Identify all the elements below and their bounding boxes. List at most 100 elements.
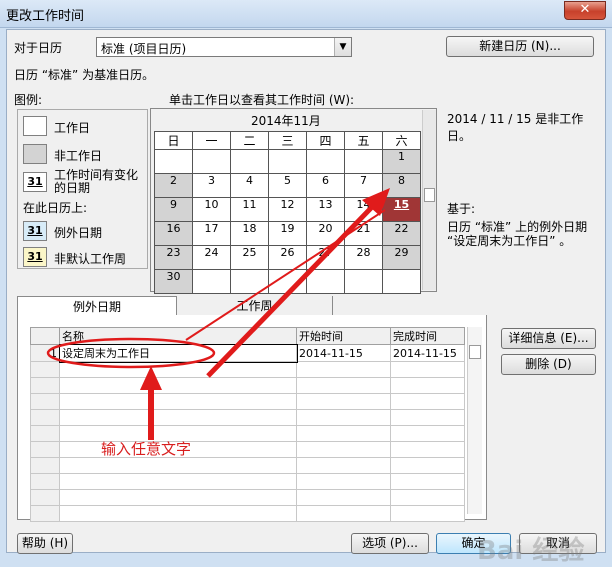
table-scrollbar[interactable] (467, 327, 482, 514)
cell-end[interactable]: 2014-11-15 (390, 344, 465, 362)
cell-name[interactable] (59, 409, 297, 426)
calendar-empty-cell (192, 269, 231, 294)
row-number (30, 361, 60, 378)
cell-start[interactable] (296, 489, 391, 506)
calendar-day[interactable]: 10 (192, 197, 231, 222)
calendar-day[interactable]: 18 (230, 221, 269, 246)
cell-start[interactable] (296, 377, 391, 394)
calendar-day[interactable]: 8 (382, 173, 421, 198)
cell-start[interactable] (296, 473, 391, 490)
table-row[interactable]: 1 设定周末为工作日 2014-11-15 2014-11-15 (30, 343, 465, 363)
calendar-day[interactable]: 27 (306, 245, 345, 270)
calendar-empty-cell (268, 269, 307, 294)
cell-end[interactable] (390, 425, 465, 442)
tab-work-weeks[interactable]: 工作周 (177, 296, 333, 316)
cell-name[interactable] (59, 361, 297, 378)
weekday-header: 日 (154, 131, 193, 150)
calendar-day[interactable]: 23 (154, 245, 193, 270)
calendar-day[interactable]: 7 (344, 173, 383, 198)
cell-name[interactable] (59, 489, 297, 506)
cell-name[interactable] (59, 505, 297, 522)
help-button[interactable]: 帮助 (H) (17, 533, 73, 554)
calendar-day[interactable]: 28 (344, 245, 383, 270)
cell-name[interactable] (59, 377, 297, 394)
cell-name[interactable] (59, 457, 297, 474)
details-button[interactable]: 详细信息 (E)... (501, 328, 596, 349)
cell-name[interactable] (59, 473, 297, 490)
calendar-scrollbar[interactable] (422, 110, 436, 290)
exceptions-panel: 名称 开始时间 完成时间 1 设定周末为工作日 2014-11-15 2014-11-… (17, 315, 487, 522)
cell-end[interactable] (390, 393, 465, 410)
cell-start[interactable] (296, 441, 391, 458)
table-row[interactable] (30, 441, 465, 458)
calendar-day[interactable]: 16 (154, 221, 193, 246)
calendar-day[interactable]: 20 (306, 221, 345, 246)
calendar-day[interactable]: 12 (268, 197, 307, 222)
cell-start[interactable] (296, 393, 391, 410)
calendar-select[interactable]: 标准 (项目日历) ▼ (96, 37, 352, 57)
cell-end[interactable] (390, 457, 465, 474)
header-row-number (30, 327, 60, 345)
cell-end[interactable] (390, 505, 465, 522)
column-end[interactable]: 完成时间 (390, 327, 465, 345)
calendar-day[interactable]: 17 (192, 221, 231, 246)
cell-name[interactable]: 设定周末为工作日 (58, 343, 298, 363)
cell-start[interactable]: 2014-11-15 (296, 344, 391, 362)
calendar-day[interactable]: 26 (268, 245, 307, 270)
table-row[interactable] (30, 361, 465, 378)
calendar-day[interactable]: 6 (306, 173, 345, 198)
calendar-day[interactable]: 21 (344, 221, 383, 246)
column-name[interactable]: 名称 (59, 327, 297, 345)
table-row[interactable] (30, 489, 465, 506)
cell-end[interactable] (390, 361, 465, 378)
calendar-day[interactable]: 3 (192, 173, 231, 198)
table-row[interactable] (30, 425, 465, 442)
base-calendar-info: 日历 “标准” 为基准日历。 (14, 68, 155, 82)
calendar-day[interactable]: 30 (154, 269, 193, 294)
cell-end[interactable] (390, 377, 465, 394)
table-row[interactable] (30, 393, 465, 410)
table-row[interactable] (30, 409, 465, 426)
table-row[interactable] (30, 473, 465, 490)
calendar-day[interactable]: 24 (192, 245, 231, 270)
annotation-text: 输入任意文字 (101, 440, 192, 458)
table-row[interactable] (30, 457, 465, 474)
legend-non-working-day: 非工作日 (54, 149, 103, 163)
cell-start[interactable] (296, 425, 391, 442)
cell-start[interactable] (296, 457, 391, 474)
calendar-day-selected[interactable]: 15 (382, 197, 421, 222)
table-scroll-thumb[interactable] (469, 345, 481, 359)
cell-end[interactable] (390, 489, 465, 506)
cell-end[interactable] (390, 473, 465, 490)
row-number (30, 377, 60, 394)
calendar-day[interactable]: 2 (154, 173, 193, 198)
calendar-day[interactable]: 22 (382, 221, 421, 246)
calendar-day[interactable]: 11 (230, 197, 269, 222)
calendar-day[interactable]: 29 (382, 245, 421, 270)
row-number: 1 (30, 344, 60, 362)
calendar-day[interactable]: 4 (230, 173, 269, 198)
delete-button[interactable]: 删除 (D) (501, 354, 596, 375)
options-button[interactable]: 选项 (P)... (351, 533, 429, 554)
calendar-day[interactable]: 9 (154, 197, 193, 222)
cell-start[interactable] (296, 361, 391, 378)
calendar-day[interactable]: 13 (306, 197, 345, 222)
cell-start[interactable] (296, 505, 391, 522)
calendar-scroll-thumb[interactable] (424, 188, 435, 202)
calendar-day[interactable]: 19 (268, 221, 307, 246)
legend-nondefault-week: 非默认工作周 (54, 252, 127, 266)
calendar-day[interactable]: 25 (230, 245, 269, 270)
calendar-day[interactable]: 5 (268, 173, 307, 198)
tab-exceptions[interactable]: 例外日期 (17, 296, 177, 316)
new-calendar-button[interactable]: 新建日历 (N)... (446, 36, 594, 57)
cell-end[interactable] (390, 409, 465, 426)
table-row[interactable] (30, 505, 465, 522)
close-button[interactable]: ✕ (564, 1, 606, 20)
column-start[interactable]: 开始时间 (296, 327, 391, 345)
calendar-day[interactable]: 14 (344, 197, 383, 222)
cell-start[interactable] (296, 409, 391, 426)
cell-name[interactable] (59, 393, 297, 410)
cell-end[interactable] (390, 441, 465, 458)
table-row[interactable] (30, 377, 465, 394)
calendar-day[interactable]: 1 (382, 149, 421, 174)
